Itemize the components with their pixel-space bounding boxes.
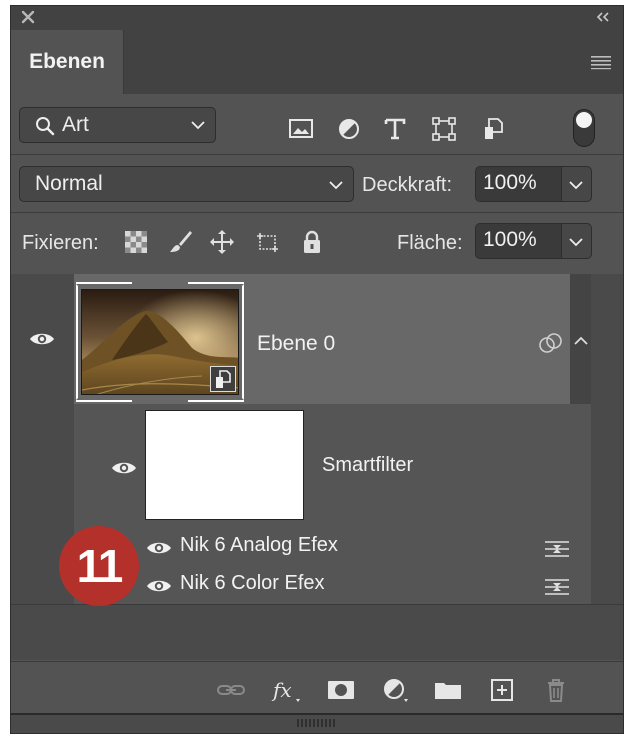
add-mask-icon[interactable] bbox=[326, 677, 356, 703]
chevron-down-icon[interactable] bbox=[569, 237, 583, 247]
chevron-up-icon[interactable] bbox=[574, 336, 588, 346]
filter-name[interactable]: Nik 6 Color Efex bbox=[180, 572, 325, 595]
blend-mode-select[interactable]: Normal bbox=[19, 166, 354, 202]
callout-number-badge: 11 bbox=[59, 526, 139, 606]
filter-toggle[interactable] bbox=[573, 109, 595, 147]
fill-field[interactable]: 100% bbox=[475, 223, 592, 259]
link-layers-icon[interactable] bbox=[216, 677, 246, 703]
panel-menu-icon[interactable] bbox=[591, 54, 611, 70]
lock-pixels-brush-icon[interactable] bbox=[167, 229, 193, 255]
shape-filter-icon[interactable] bbox=[430, 116, 458, 142]
opacity-field[interactable]: 100% bbox=[475, 166, 592, 202]
chevron-down-icon bbox=[191, 121, 205, 130]
selection-corner bbox=[188, 400, 244, 402]
chevron-down-icon[interactable] bbox=[569, 180, 583, 190]
svg-text:fx: fx bbox=[271, 678, 292, 702]
selection-corner bbox=[76, 400, 132, 402]
visibility-eye-icon[interactable] bbox=[146, 578, 172, 594]
close-icon[interactable] bbox=[21, 10, 35, 24]
filter-blending-options-icon[interactable] bbox=[544, 577, 570, 597]
blend-mode-value: Normal bbox=[35, 172, 103, 195]
image-filter-icon[interactable] bbox=[287, 116, 315, 142]
panel-titlebar bbox=[11, 6, 623, 30]
filter-kind-value: Art bbox=[62, 113, 89, 136]
resize-grip[interactable] bbox=[11, 713, 623, 733]
delete-layer-trash-icon[interactable] bbox=[541, 677, 571, 703]
tab-ebenen[interactable]: Ebenen bbox=[11, 30, 124, 94]
fill-value[interactable]: 100% bbox=[476, 224, 562, 258]
collapse-panel-icon[interactable] bbox=[595, 10, 611, 24]
bottom-toolbar: fx bbox=[11, 661, 623, 713]
filter-kind-select[interactable]: Art bbox=[19, 107, 216, 143]
lock-transparency-icon[interactable] bbox=[123, 229, 149, 255]
chevron-down-icon bbox=[329, 181, 343, 190]
filter-blending-options-icon[interactable] bbox=[544, 539, 570, 559]
layer-name[interactable]: Ebene 0 bbox=[257, 332, 335, 356]
divider bbox=[11, 212, 623, 213]
opacity-value[interactable]: 100% bbox=[476, 167, 562, 201]
smartobject-filter-icon[interactable] bbox=[480, 116, 508, 142]
layer-style-fx-icon[interactable]: fx bbox=[271, 677, 301, 703]
toggle-knob bbox=[576, 112, 592, 128]
grip-dots bbox=[297, 719, 337, 727]
lock-position-move-icon[interactable] bbox=[209, 229, 235, 255]
new-adjustment-layer-icon[interactable] bbox=[381, 677, 411, 703]
adjustment-filter-icon[interactable] bbox=[335, 116, 363, 142]
smartfilter-label[interactable]: Smartfilter bbox=[322, 454, 413, 477]
opacity-label: Deckkraft: bbox=[362, 174, 453, 196]
visibility-eye-icon[interactable] bbox=[146, 540, 172, 556]
layers-panel: Ebenen Art Normal Deckkraft: 100% Fixier… bbox=[10, 5, 624, 734]
lock-artboard-icon[interactable] bbox=[254, 229, 280, 255]
divider bbox=[11, 154, 623, 155]
lock-all-icon[interactable] bbox=[299, 229, 325, 255]
new-group-folder-icon[interactable] bbox=[433, 677, 463, 703]
type-filter-icon[interactable] bbox=[381, 116, 409, 142]
lock-label: Fixieren: bbox=[22, 232, 99, 254]
smartobject-badge-icon bbox=[210, 366, 236, 392]
tab-row: Ebenen bbox=[11, 30, 623, 94]
smart-filter-link-icon[interactable] bbox=[538, 332, 564, 354]
search-icon bbox=[36, 117, 55, 136]
visibility-eye-icon[interactable] bbox=[111, 460, 137, 476]
filter-row: Art bbox=[11, 101, 623, 151]
visibility-eye-icon[interactable] bbox=[29, 331, 55, 347]
layer-thumbnail[interactable] bbox=[81, 289, 239, 395]
new-layer-icon[interactable] bbox=[487, 677, 517, 703]
tab-label: Ebenen bbox=[29, 50, 105, 73]
filter-name[interactable]: Nik 6 Analog Efex bbox=[180, 534, 338, 557]
fill-label: Fläche: bbox=[397, 232, 463, 254]
smartfilter-mask-thumbnail[interactable] bbox=[145, 410, 304, 520]
